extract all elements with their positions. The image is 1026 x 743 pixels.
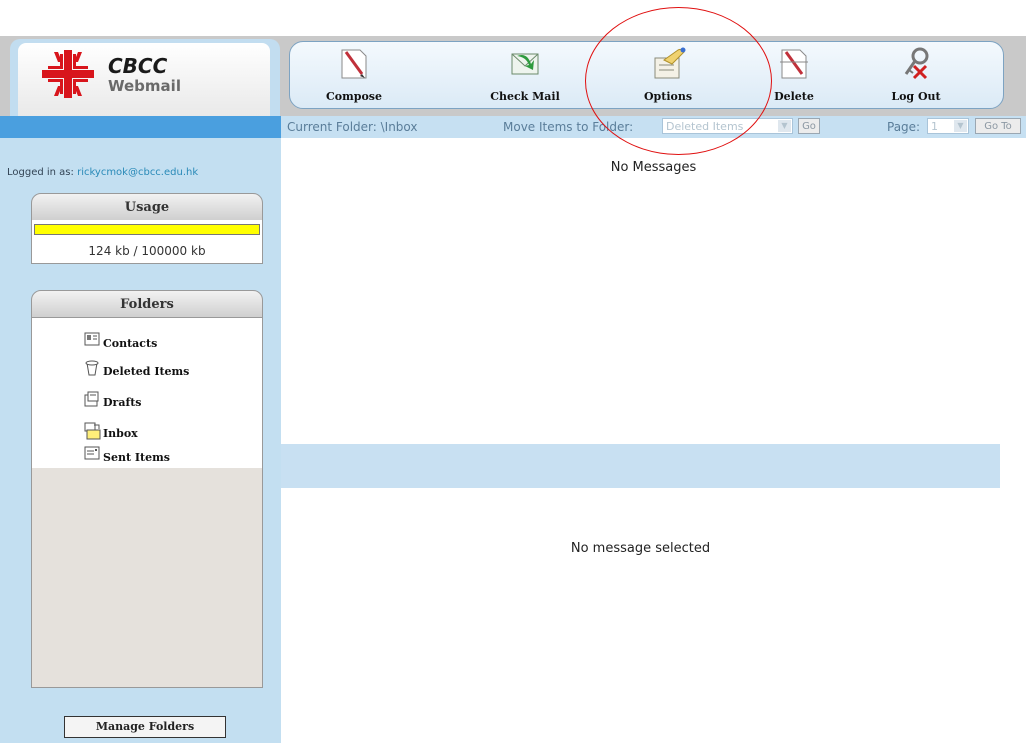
delete-label: Delete xyxy=(774,90,814,103)
move-folder-select[interactable]: Deleted Items ▼ xyxy=(662,118,793,134)
key-logout-icon xyxy=(904,47,929,80)
chevron-down-icon: ▼ xyxy=(954,120,967,132)
manage-folders-button[interactable]: Manage Folders xyxy=(64,716,226,738)
move-folder-selected: Deleted Items xyxy=(666,120,744,133)
delete-icon xyxy=(780,49,808,79)
go-button[interactable]: Go xyxy=(798,118,820,134)
usage-progress-fill xyxy=(35,225,259,234)
page-label: Page: xyxy=(887,120,921,134)
caritas-logo-icon xyxy=(36,48,100,104)
logged-in-user: rickycmok@cbcc.edu.hk xyxy=(77,167,199,178)
log-out-button[interactable]: Log Out xyxy=(866,44,966,106)
folder-label: Inbox xyxy=(103,427,138,440)
preview-divider[interactable] xyxy=(281,444,1000,488)
folder-list: Contacts Deleted Items Drafts Inbox Sent… xyxy=(32,318,262,468)
current-folder-text: Current Folder: \Inbox xyxy=(287,120,418,134)
folder-label: Drafts xyxy=(103,396,142,409)
delete-button[interactable]: Delete xyxy=(744,44,844,106)
compose-label: Compose xyxy=(326,90,382,103)
folder-label: Sent Items xyxy=(103,451,170,464)
preview-empty-text: No message selected xyxy=(570,541,711,556)
go-to-button[interactable]: Go To xyxy=(975,118,1021,134)
sent-icon xyxy=(84,446,100,460)
usage-text: 124 kb / 100000 kb xyxy=(88,244,206,258)
check-mail-icon xyxy=(511,53,539,75)
message-list-empty-text: No Messages xyxy=(610,160,697,175)
folders-header: Folders xyxy=(31,290,263,318)
usage-panel: 124 kb / 100000 kb xyxy=(31,220,263,264)
options-button[interactable]: Options xyxy=(618,44,718,106)
compose-button[interactable]: Compose xyxy=(304,44,404,106)
trash-icon xyxy=(85,360,99,376)
contacts-icon xyxy=(84,332,100,346)
folder-label: Contacts xyxy=(103,337,158,350)
inbox-icon xyxy=(84,422,101,440)
page-selected: 1 xyxy=(931,120,938,133)
options-label: Options xyxy=(643,90,693,103)
usage-header: Usage xyxy=(31,193,263,221)
options-icon xyxy=(654,47,686,79)
folder-label: Deleted Items xyxy=(103,365,190,378)
usage-progress-bar xyxy=(34,224,260,235)
compose-icon xyxy=(341,49,367,79)
log-out-label: Log Out xyxy=(891,90,941,103)
logo-brand-text: CBCC xyxy=(108,54,168,78)
logged-in-label: Logged in as: xyxy=(7,167,74,178)
folders-panel: Contacts Deleted Items Drafts Inbox Sent… xyxy=(31,318,263,688)
drafts-icon xyxy=(84,391,99,407)
logo-product-text: Webmail xyxy=(108,77,181,95)
check-mail-label: Check Mail xyxy=(490,90,560,103)
page-select[interactable]: 1 ▼ xyxy=(927,118,969,134)
logged-in-line: Logged in as: rickycmok@cbcc.edu.hk xyxy=(7,167,198,178)
check-mail-button[interactable]: Check Mail xyxy=(475,44,575,106)
move-items-label: Move Items to Folder: xyxy=(503,120,634,134)
chevron-down-icon: ▼ xyxy=(778,120,791,132)
